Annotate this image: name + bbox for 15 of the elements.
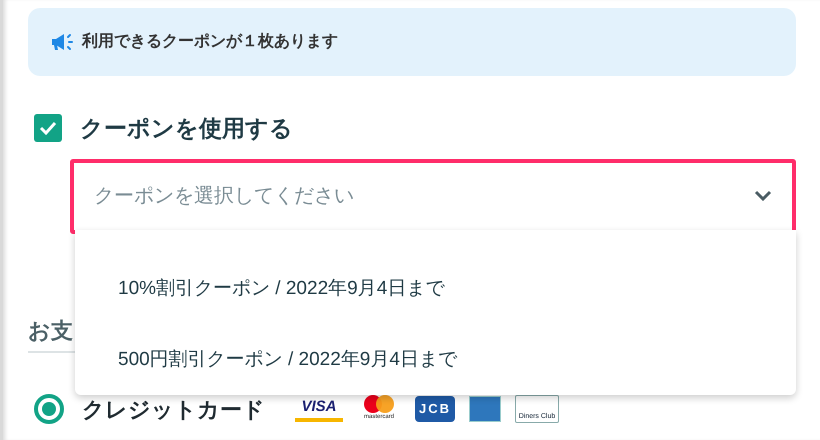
select-placeholder: クーポンを選択してください (94, 184, 354, 209)
checkbox-label: クーポンを使用する (80, 114, 293, 143)
megaphone-icon (50, 32, 74, 52)
notice-text: 利用できるクーポンが１枚あります (82, 32, 338, 52)
dropdown-option[interactable]: 500円割引クーポン / 2022年9月4日まで (75, 324, 796, 395)
dropdown-option[interactable]: 10%割引クーポン / 2022年9月4日まで (75, 254, 796, 324)
radio-label: クレジットカード (82, 396, 265, 424)
radio-button[interactable] (34, 394, 64, 424)
jcb-logo: JCB (415, 396, 455, 422)
checkbox[interactable] (34, 114, 62, 142)
checkmark-icon (39, 121, 57, 136)
coupon-select[interactable]: クーポンを選択してください (70, 158, 796, 234)
chevron-down-icon (754, 190, 772, 202)
amex-logo (469, 396, 501, 422)
payment-heading: お支 (28, 318, 73, 342)
